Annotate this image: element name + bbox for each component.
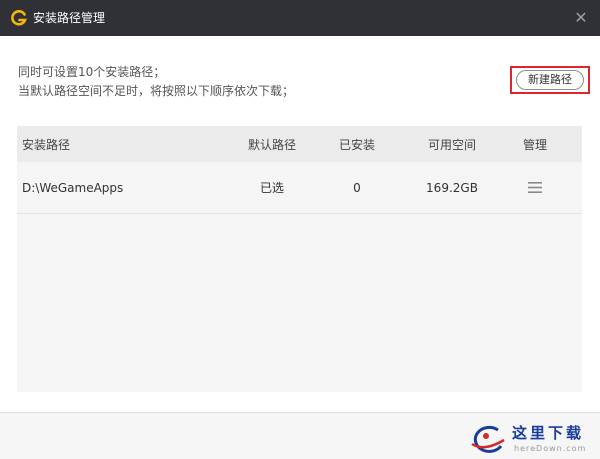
- row-path: D:\WeGameApps: [22, 180, 124, 195]
- row-default: 已选: [259, 181, 284, 195]
- watermark-text: 这里下载: [512, 424, 585, 442]
- row-space: 169.2GB: [426, 180, 478, 195]
- header-installed: 已安装: [338, 137, 375, 152]
- table-header: 安装路径 默认路径 已安装 可用空间 管理: [17, 126, 582, 162]
- header-default: 默认路径: [247, 137, 296, 152]
- watermark: 这里下载 hereDown.com: [468, 420, 596, 458]
- hint-line-1: 同时可设置10个安装路径；: [18, 65, 166, 79]
- row-manage: [495, 162, 575, 213]
- header-manage: 管理: [522, 137, 547, 152]
- window-title: 安装路径管理: [33, 11, 106, 25]
- watermark-url: hereDown.com: [514, 444, 587, 453]
- watermark-logo-icon: [471, 425, 505, 453]
- menu-icon[interactable]: [528, 182, 542, 193]
- header-space: 可用空间: [427, 137, 476, 152]
- wegame-logo-icon: [11, 10, 27, 26]
- row-installed: 0: [353, 180, 361, 195]
- dialog-content: 同时可设置10个安装路径； 当默认路径空间不足时，将按照以下顺序依次下载； 新建…: [0, 36, 600, 459]
- new-path-button[interactable]: 新建路径: [516, 70, 584, 90]
- header-path: 安装路径: [22, 137, 71, 152]
- hint-line-2: 当默认路径空间不足时，将按照以下顺序依次下载；: [18, 84, 295, 98]
- table-row: D:\WeGameApps 已选 0 169.2GB: [17, 162, 582, 214]
- close-button[interactable]: ✕: [572, 9, 590, 27]
- install-path-table: 安装路径 默认路径 已安装 可用空间 管理 D:\WeGameApps 已选 0…: [17, 126, 582, 392]
- title-bar: 安装路径管理 ✕: [0, 0, 600, 36]
